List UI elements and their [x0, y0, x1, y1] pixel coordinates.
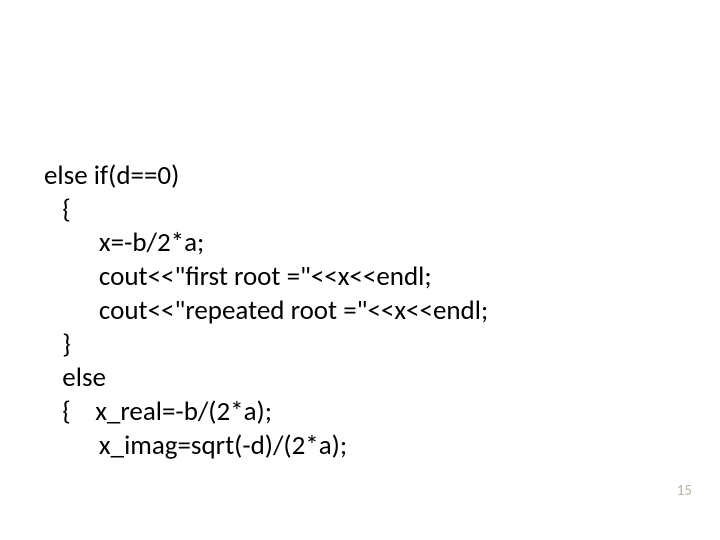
code-line: cout<<"repeated root ="<<x<<endl;	[44, 294, 488, 327]
code-line: x_imag=sqrt(-d)/(2*a);	[44, 429, 347, 462]
code-line: else	[44, 361, 106, 394]
code-line: {	[44, 193, 71, 226]
code-line: x=-b/2*a;	[44, 226, 204, 259]
page-number: 15	[677, 482, 692, 500]
slide: else if(d==0) { x=-b/2*a; cout<<"first r…	[0, 0, 720, 540]
code-line: { x_real=-b/(2*a);	[44, 395, 272, 428]
code-line: cout<<"first root ="<<x<<endl;	[44, 260, 432, 293]
code-line: else if(d==0)	[44, 159, 179, 192]
code-line: }	[44, 328, 71, 361]
code-block: else if(d==0) { x=-b/2*a; cout<<"first r…	[44, 125, 488, 463]
